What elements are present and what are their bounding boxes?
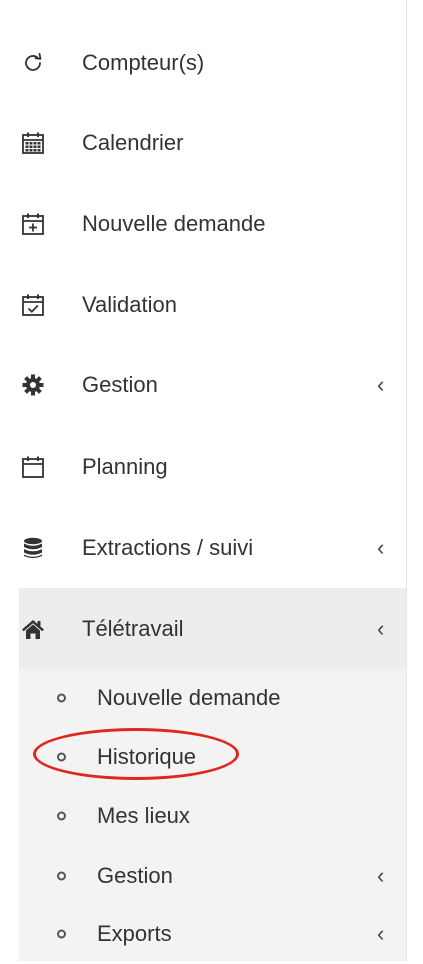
submenu-item-exports[interactable]: Exports ‹ [19, 904, 407, 964]
sidebar-item-label: Validation [82, 291, 177, 317]
refresh-icon [20, 50, 46, 76]
submenu-item-label: Nouvelle demande [97, 685, 281, 710]
chevron-left-icon: ‹ [377, 615, 385, 641]
gear-icon [20, 372, 46, 398]
sidebar-item-gestion[interactable]: Gestion ‹ [0, 344, 407, 425]
calendar-empty-icon [20, 454, 46, 480]
calendar-plus-icon [20, 211, 46, 237]
submenu-item-nouvelle-demande[interactable]: Nouvelle demande [19, 668, 407, 728]
calendar-check-icon [20, 292, 46, 318]
chevron-left-icon: ‹ [377, 371, 385, 397]
sidebar-item-extractions[interactable]: Extractions / suivi ‹ [0, 507, 407, 588]
sidebar-item-compteurs[interactable]: Compteur(s) [0, 22, 407, 103]
submenu-item-historique[interactable]: Historique [19, 727, 407, 787]
circle-bullet-icon [57, 693, 66, 703]
calendar-grid-icon [20, 130, 46, 156]
content-area [407, 0, 423, 961]
sidebar-item-label: Calendrier [82, 129, 184, 155]
chevron-left-icon: ‹ [377, 863, 385, 888]
sidebar-item-label: Nouvelle demande [82, 210, 266, 236]
sidebar-item-label: Planning [82, 453, 168, 479]
sidebar-nav: Compteur(s) Calendrier Nouvelle demande … [0, 0, 407, 961]
circle-bullet-icon [57, 752, 66, 762]
circle-bullet-icon [57, 871, 66, 881]
sidebar-item-label: Extractions / suivi [82, 534, 254, 560]
submenu-item-label: Gestion [97, 863, 173, 888]
sidebar-item-label: Gestion [82, 371, 158, 397]
sidebar-item-label: Télétravail [82, 615, 184, 641]
sidebar-item-label: Compteur(s) [82, 49, 205, 75]
chevron-left-icon: ‹ [377, 921, 385, 946]
sidebar-item-planning[interactable]: Planning [0, 426, 407, 507]
sidebar-item-nouvelle-demande[interactable]: Nouvelle demande [0, 183, 407, 264]
circle-bullet-icon [57, 811, 66, 821]
sidebar-item-calendrier[interactable]: Calendrier [0, 102, 407, 183]
sidebar-item-validation[interactable]: Validation [0, 264, 407, 345]
submenu-item-label: Historique [97, 744, 197, 769]
submenu-item-label: Exports [97, 921, 172, 946]
home-icon [20, 616, 46, 642]
submenu-item-mes-lieux[interactable]: Mes lieux [19, 786, 407, 846]
chevron-left-icon: ‹ [377, 534, 385, 560]
submenu-item-label: Mes lieux [97, 803, 190, 828]
circle-bullet-icon [57, 929, 66, 939]
database-icon [20, 535, 46, 561]
sidebar-item-teletravail[interactable]: Télétravail ‹ [0, 588, 407, 669]
submenu-item-gestion[interactable]: Gestion ‹ [19, 846, 407, 906]
